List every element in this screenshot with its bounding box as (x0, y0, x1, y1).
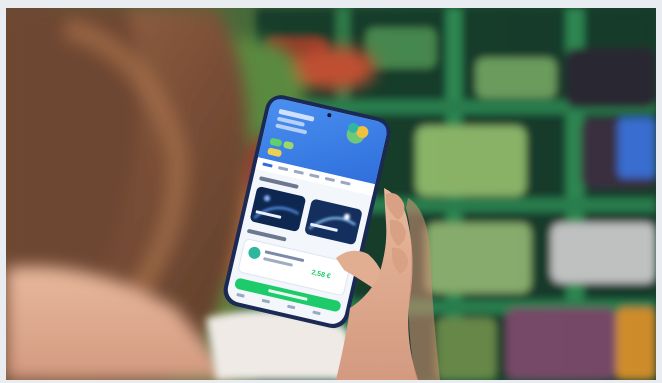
market-scene: 2,58 € (6, 8, 656, 380)
photo-frame: 2,58 € (6, 8, 656, 380)
